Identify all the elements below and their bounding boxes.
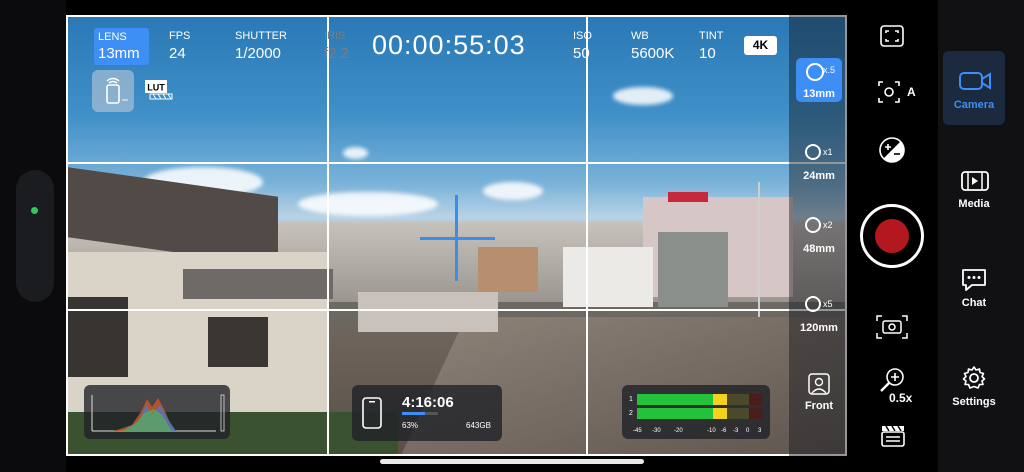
auto-focus-button[interactable]: A [876,79,916,110]
lens-multiplier: x5 [823,299,833,309]
lens-13mm-button[interactable]: x.5 13mm [796,58,842,102]
nav-label: Chat [961,297,987,309]
exposure-icon [879,137,905,163]
record-dot [875,219,909,253]
zoom-level: 0.5x [889,391,913,405]
nav-label: Settings [952,396,996,408]
iris-label: IRIS [324,30,346,42]
nav-item-settings[interactable]: Settings [943,348,1005,422]
lens-120mm-button[interactable]: x5 120mm [796,292,842,336]
phone-storage-icon [362,397,382,429]
lens-icon [805,217,821,233]
storage-remaining: 643GB [466,421,491,430]
fps-label: FPS [169,30,191,42]
lens-focal: 13mm [803,88,835,100]
exposure-button[interactable] [878,136,906,169]
meter-tick: -6 [721,428,727,434]
iris-value[interactable]: f2.2 [324,45,349,62]
auto-focus-label: A [907,85,916,99]
fullscreen-button[interactable] [879,24,905,53]
lens-focal: 48mm [803,243,835,255]
lens-24mm-button[interactable]: x1 24mm [796,140,842,184]
wb-label: WB [631,30,649,42]
timecode: 00:00:55:03 [372,30,526,60]
clapper-button[interactable] [880,424,906,453]
channel-label: 2 [629,410,633,417]
lut-badge[interactable]: LUT [145,80,173,100]
stabilization-button[interactable] [875,314,909,345]
chat-icon [962,269,986,291]
lens-48mm-button[interactable]: x2 48mm [796,213,842,257]
remote-camera-button[interactable] [92,70,134,112]
fps-value[interactable]: 24 [169,45,186,62]
lens-indicator[interactable]: LENS 13mm [94,28,149,65]
lens-multiplier: x.5 [823,65,836,75]
battery-bar [402,412,438,415]
film-icon [961,171,989,191]
lens-label: LENS [98,31,127,43]
meter-tick: -20 [674,428,683,434]
camera-icon [959,72,991,90]
lut-icon: LUT [145,80,173,100]
battery-percent: 63% [402,421,419,430]
front-camera-button[interactable]: Front [796,370,842,414]
meter-tick: -10 [707,428,716,434]
iso-label: ISO [573,30,592,42]
focus-target-icon [878,81,900,103]
resolution-badge[interactable]: 4K [744,36,777,55]
lens-icon [806,63,824,81]
side-handle [16,170,54,302]
lens-focal: 120mm [800,322,838,334]
remaining-time: 4:16:06 [402,394,454,411]
meter-tick: -3 [733,428,739,434]
nav-label: Media [958,198,990,210]
channel-label: 1 [629,396,633,403]
lens-focal: Front [804,400,834,412]
lens-multiplier: x2 [823,220,833,230]
remote-phone-icon [106,77,128,104]
zoom-button[interactable]: 0.5x [878,366,912,405]
lens-multiplier: x1 [823,147,833,157]
meter-tick: -30 [652,428,661,434]
shutter-label: SHUTTER [235,30,287,42]
tint-value[interactable]: 10 [699,45,716,62]
tint-label: TINT [699,30,724,42]
meter-tick: 3 [758,428,762,434]
svg-text:LUT: LUT [147,83,165,93]
home-indicator[interactable] [380,459,644,464]
nav-item-media[interactable]: Media [943,150,1005,224]
shutter-value[interactable]: 1/2000 [235,45,281,62]
lens-icon [805,296,821,312]
clapperboard-icon [881,425,905,447]
nav-label: Camera [953,99,995,111]
nav-item-camera[interactable]: Camera [943,51,1005,125]
audio-level-bars: 1 2 -45 -30 -20 -10 -6 -3 0 3 [629,394,762,434]
histogram-graph [91,394,225,432]
histogram[interactable] [84,385,230,439]
meter-tick: 0 [746,428,750,434]
lens-focal: 24mm [803,170,835,182]
gear-icon [962,366,986,389]
recording-info[interactable]: 4:16:06 63% 643GB [352,385,502,441]
stabilization-icon [876,315,908,339]
audio-meter[interactable]: 1 2 -45 -30 -20 -10 -6 -3 0 3 [622,385,770,439]
lens-icon [805,144,821,160]
meter-tick: -45 [633,428,642,434]
fullscreen-icon [880,25,904,47]
iso-value[interactable]: 50 [573,45,590,62]
nav-item-chat[interactable]: Chat [943,249,1005,323]
front-camera-icon [808,373,830,395]
status-dot [31,207,38,214]
wb-value[interactable]: 5600K [631,45,674,62]
lens-value: 13mm [98,45,140,62]
